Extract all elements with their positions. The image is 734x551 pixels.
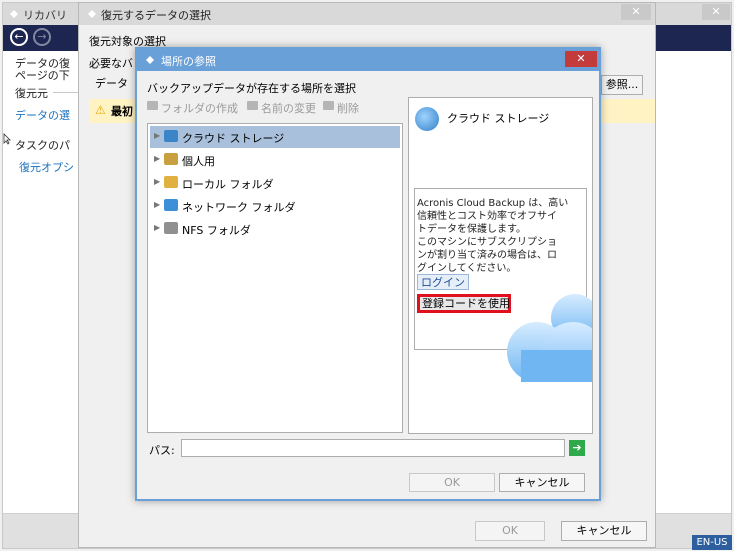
ok-button[interactable]: OK <box>475 521 545 541</box>
warning-icon: ⚠ <box>95 103 106 117</box>
recovery-close-button[interactable]: ✕ <box>702 4 730 20</box>
dialog-title: 場所の参照 <box>161 55 216 68</box>
login-button[interactable]: ログイン <box>417 274 469 290</box>
select-data-close-button[interactable]: ✕ <box>621 4 651 20</box>
expand-arrow-icon[interactable]: ▶ <box>154 177 160 186</box>
dialog-heading: バックアップデータが存在する場所を選択 <box>147 82 356 95</box>
rename-icon <box>247 101 258 110</box>
select-data-titlebar: 復元するデータの選択 ✕ <box>79 3 655 25</box>
cancel-button[interactable]: キャンセル <box>561 521 647 541</box>
tree-item-cloud-storage[interactable]: ▶ クラウド ストレージ <box>150 126 400 148</box>
description-line: グインしてください。 <box>417 263 517 274</box>
path-label: パス: <box>149 444 175 457</box>
expand-arrow-icon[interactable]: ▶ <box>154 131 160 140</box>
cloud-storage-icon <box>415 107 439 131</box>
dialog-ok-button[interactable]: OK <box>409 473 495 492</box>
select-data-link[interactable]: データの選 <box>15 107 70 123</box>
tree-item-network-folder[interactable]: ▶ ネットワーク フォルダ <box>150 195 400 217</box>
recovery-options-link[interactable]: 復元オプシ <box>19 159 74 175</box>
source-label: 復元元 <box>15 87 48 100</box>
language-indicator[interactable]: EN-US <box>692 535 732 550</box>
local-folder-icon <box>164 176 178 188</box>
dialog-titlebar: 場所の参照 ✕ <box>137 49 599 71</box>
tree-item-nfs-folder[interactable]: ▶ NFS フォルダ <box>150 218 400 240</box>
desc-text-line2: ページの下 <box>15 69 70 82</box>
network-folder-icon <box>164 199 178 211</box>
tree-item-label: クラウド ストレージ <box>182 132 285 145</box>
tree-item-local-folder[interactable]: ▶ ローカル フォルダ <box>150 172 400 194</box>
select-data-window-title: 復元するデータの選択 <box>101 9 211 22</box>
nav-back-button[interactable]: ← <box>10 28 28 46</box>
nfs-folder-icon <box>164 222 178 234</box>
task-params-label: タスクのパ <box>15 139 70 152</box>
tree-item-label: ローカル フォルダ <box>182 178 274 191</box>
dialog-cancel-button[interactable]: キャンセル <box>499 473 585 492</box>
expand-arrow-icon[interactable]: ▶ <box>154 154 160 163</box>
use-registration-code-button[interactable]: 登録コードを使用 <box>417 294 511 313</box>
cloud-illustration <box>507 294 592 382</box>
dialog-close-button[interactable]: ✕ <box>565 51 597 67</box>
delete-icon <box>323 101 334 110</box>
location-tree: ▶ クラウド ストレージ ▶ 個人用 ▶ ローカル フォルダ ▶ ネットワーク … <box>147 123 403 433</box>
personal-folder-icon <box>164 153 178 165</box>
data-label: データ <box>95 77 128 90</box>
app-logo-icon <box>88 10 96 18</box>
create-folder-icon <box>147 101 158 110</box>
tree-item-label: NFS フォルダ <box>182 224 251 237</box>
cloud-icon <box>164 130 178 142</box>
warning-text: 最初 <box>111 105 133 118</box>
browse-button[interactable]: 参照... <box>601 75 643 95</box>
hint-text: 必要なバ <box>89 57 133 70</box>
tree-item-personal[interactable]: ▶ 個人用 <box>150 149 400 171</box>
app-logo-icon <box>146 56 154 64</box>
tree-item-label: ネットワーク フォルダ <box>182 201 296 214</box>
create-folder-button[interactable]: フォルダの作成 <box>161 100 238 116</box>
recovery-window-title: リカバリ <box>23 9 67 22</box>
browse-location-dialog: 場所の参照 ✕ バックアップデータが存在する場所を選択 フォルダの作成 名前の変… <box>135 47 601 501</box>
rename-button[interactable]: 名前の変更 <box>261 100 316 116</box>
cloud-storage-panel: クラウド ストレージ Acronis Cloud Backup は、高い 信頼性… <box>408 97 593 434</box>
expand-arrow-icon[interactable]: ▶ <box>154 200 160 209</box>
path-input[interactable] <box>181 439 565 457</box>
app-logo-icon <box>10 10 18 18</box>
expand-arrow-icon[interactable]: ▶ <box>154 223 160 232</box>
cloud-panel-title: クラウド ストレージ <box>447 112 550 125</box>
cursor-icon <box>3 133 11 145</box>
go-arrow-icon[interactable]: ➔ <box>569 440 585 456</box>
nav-forward-button[interactable]: → <box>33 28 51 46</box>
delete-button[interactable]: 削除 <box>337 100 359 116</box>
tree-item-label: 個人用 <box>182 155 215 168</box>
